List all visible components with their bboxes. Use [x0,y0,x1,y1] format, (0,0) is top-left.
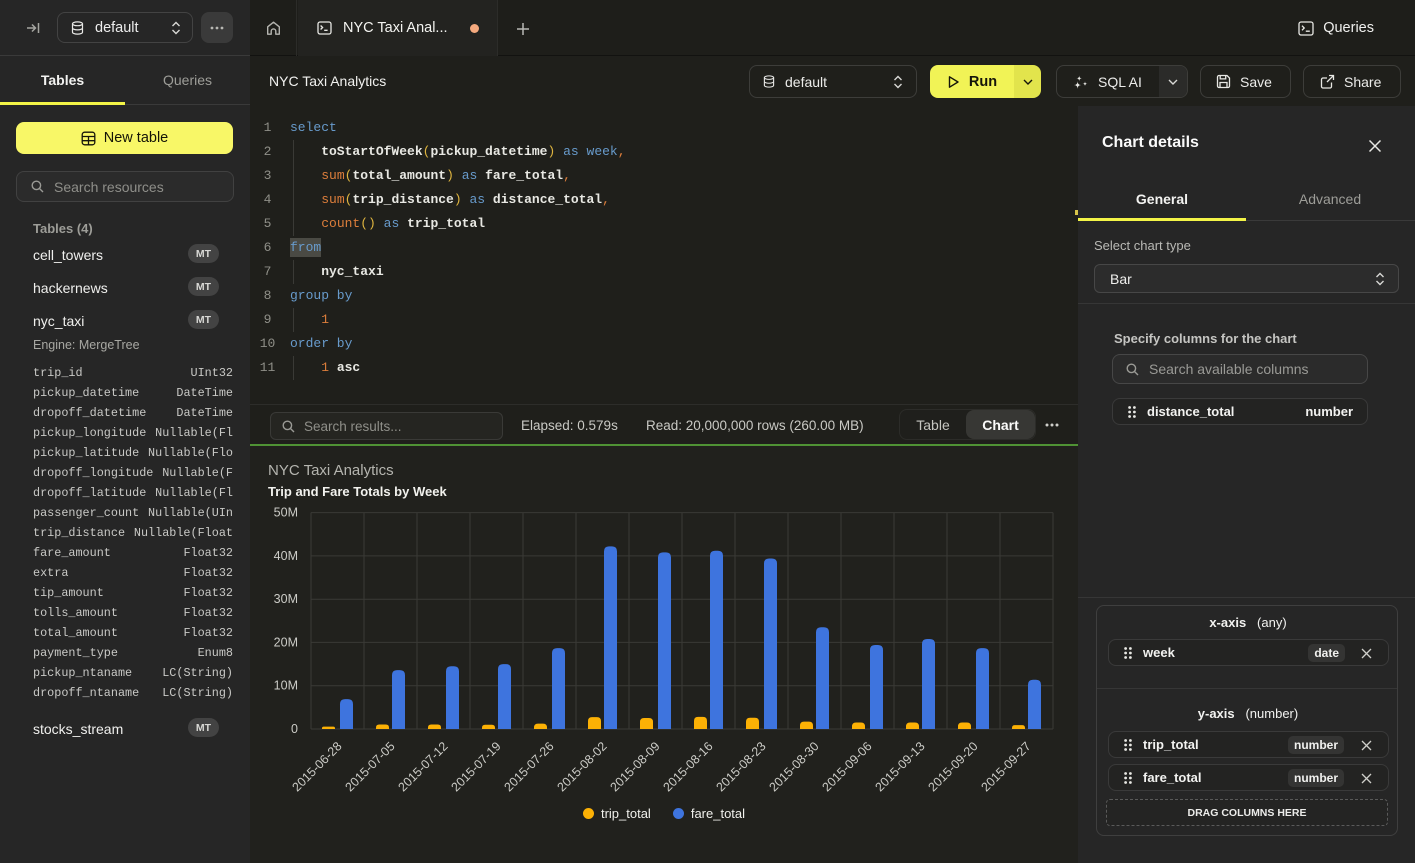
svg-text:2015-09-06: 2015-09-06 [820,739,875,794]
svg-text:2015-07-26: 2015-07-26 [502,739,557,794]
svg-text:2015-08-16: 2015-08-16 [661,739,716,794]
svg-text:2015-08-09: 2015-08-09 [608,739,663,794]
svg-text:0: 0 [291,722,298,736]
svg-text:2015-08-23: 2015-08-23 [714,739,769,794]
svg-text:2015-09-20: 2015-09-20 [926,739,981,794]
svg-text:2015-09-27: 2015-09-27 [979,739,1034,794]
svg-text:2015-07-12: 2015-07-12 [396,739,451,794]
svg-text:10M: 10M [274,679,298,693]
svg-text:30M: 30M [274,592,298,606]
svg-text:2015-07-19: 2015-07-19 [449,739,504,794]
svg-text:2015-08-30: 2015-08-30 [767,739,822,794]
svg-text:20M: 20M [274,635,298,649]
svg-text:2015-09-13: 2015-09-13 [873,739,928,794]
svg-text:50M: 50M [274,506,298,520]
svg-text:2015-06-28: 2015-06-28 [290,739,345,794]
svg-text:40M: 40M [274,549,298,563]
svg-text:2015-08-02: 2015-08-02 [555,739,610,794]
svg-text:2015-07-05: 2015-07-05 [343,739,398,794]
